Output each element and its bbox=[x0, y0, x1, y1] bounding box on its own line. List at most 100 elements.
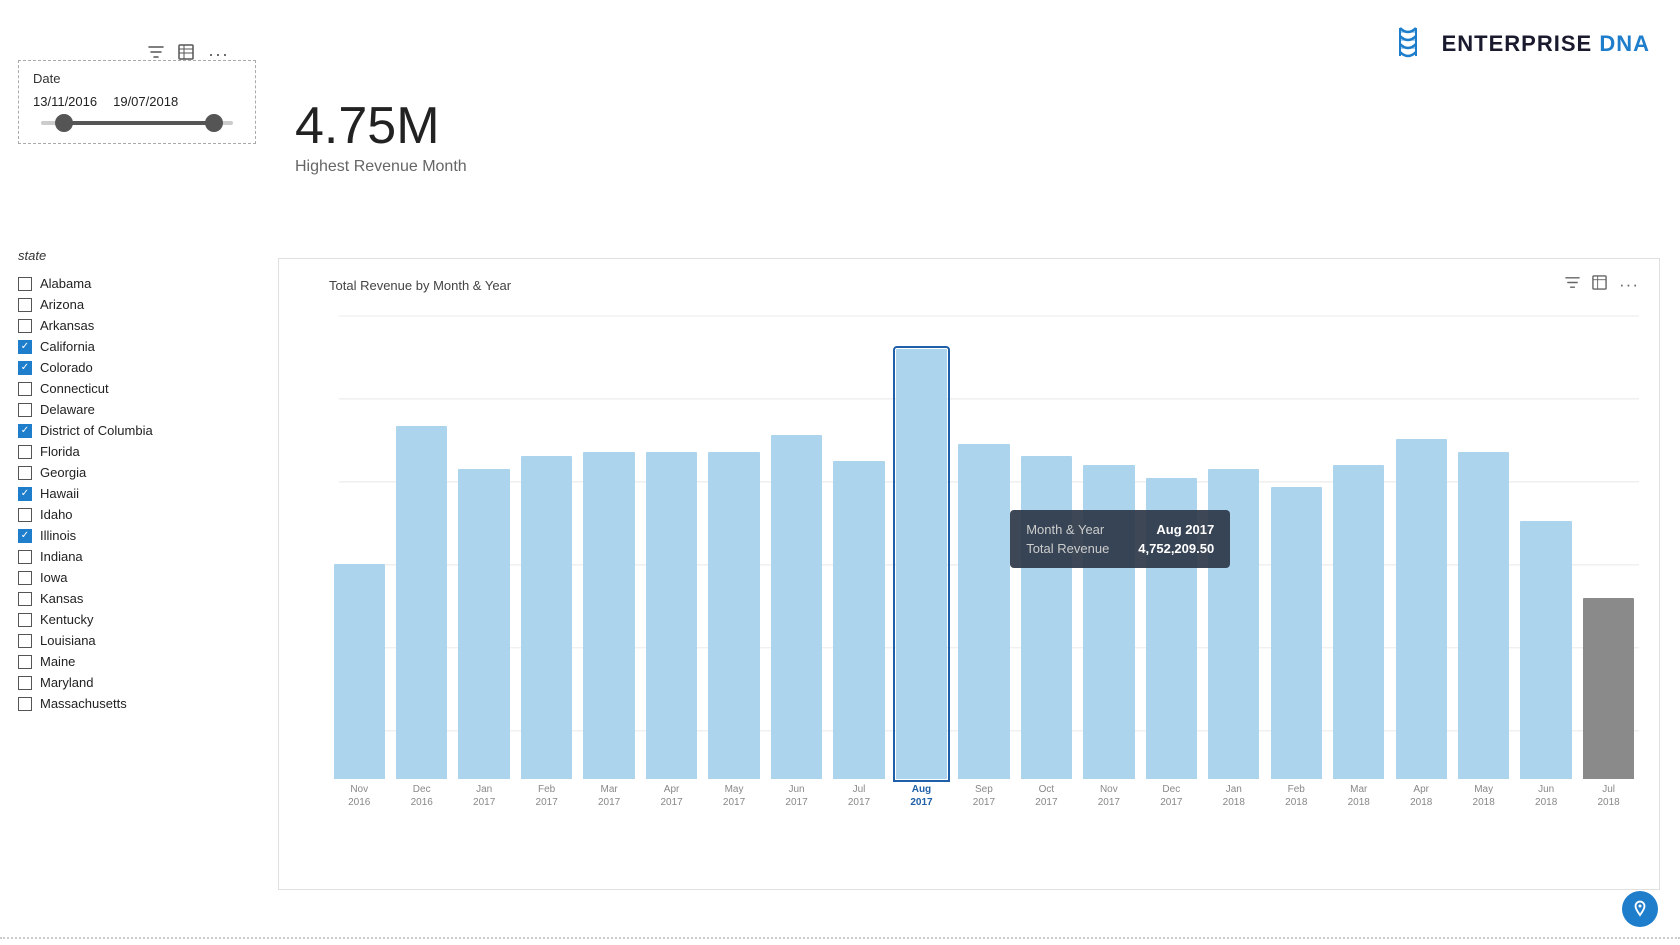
bar[interactable] bbox=[334, 564, 385, 779]
state-item[interactable]: Louisiana bbox=[18, 630, 258, 651]
bar[interactable] bbox=[1583, 598, 1634, 779]
state-label: District of Columbia bbox=[40, 423, 153, 438]
bar[interactable] bbox=[521, 456, 572, 779]
state-checkbox[interactable] bbox=[18, 634, 32, 648]
bar-wrapper[interactable]: Apr2018 bbox=[1391, 303, 1451, 809]
bar-wrapper[interactable]: May2017 bbox=[704, 303, 764, 809]
state-checkbox[interactable] bbox=[18, 655, 32, 669]
bar[interactable] bbox=[958, 444, 1009, 779]
state-checkbox[interactable] bbox=[18, 592, 32, 606]
date-slider-left-thumb[interactable] bbox=[55, 114, 73, 132]
state-item[interactable]: Kentucky bbox=[18, 609, 258, 630]
bar-label: Nov2016 bbox=[348, 783, 370, 809]
bar[interactable] bbox=[458, 469, 509, 779]
bar[interactable] bbox=[1458, 452, 1509, 779]
bar[interactable] bbox=[1271, 487, 1322, 779]
bar[interactable] bbox=[833, 461, 884, 779]
bar[interactable] bbox=[1146, 478, 1197, 779]
bar-wrapper[interactable]: Nov2017 bbox=[1079, 303, 1139, 809]
state-item[interactable]: Massachusetts bbox=[18, 693, 258, 714]
bar-wrapper[interactable]: Oct2017 bbox=[1016, 303, 1076, 809]
bar-wrapper[interactable]: Sep2017 bbox=[954, 303, 1014, 809]
bar-wrapper[interactable]: Jun2018 bbox=[1516, 303, 1576, 809]
logo-text: ENTERPRISE DNA bbox=[1442, 31, 1650, 57]
state-checkbox[interactable] bbox=[18, 340, 32, 354]
state-item[interactable]: Maine bbox=[18, 651, 258, 672]
state-list: AlabamaArizonaArkansasCaliforniaColorado… bbox=[18, 273, 258, 714]
bar-wrapper[interactable]: Feb2018 bbox=[1266, 303, 1326, 809]
state-checkbox[interactable] bbox=[18, 550, 32, 564]
bar-wrapper[interactable]: Apr2017 bbox=[641, 303, 701, 809]
state-checkbox[interactable] bbox=[18, 466, 32, 480]
bar[interactable] bbox=[708, 452, 759, 779]
state-item[interactable]: Indiana bbox=[18, 546, 258, 567]
state-item[interactable]: Kansas bbox=[18, 588, 258, 609]
state-item[interactable]: Arizona bbox=[18, 294, 258, 315]
bar-wrapper[interactable]: Feb2017 bbox=[516, 303, 576, 809]
bar[interactable] bbox=[1083, 465, 1134, 779]
bar-wrapper[interactable]: Mar2017 bbox=[579, 303, 639, 809]
state-checkbox[interactable] bbox=[18, 424, 32, 438]
state-item[interactable]: Iowa bbox=[18, 567, 258, 588]
state-checkbox[interactable] bbox=[18, 382, 32, 396]
bar[interactable] bbox=[646, 452, 697, 779]
bar-wrapper[interactable]: Jan2017 bbox=[454, 303, 514, 809]
bar[interactable] bbox=[896, 349, 947, 779]
bar-wrapper[interactable]: Nov2016 bbox=[329, 303, 389, 809]
state-item[interactable]: Florida bbox=[18, 441, 258, 462]
state-checkbox[interactable] bbox=[18, 613, 32, 627]
state-item[interactable]: Hawaii bbox=[18, 483, 258, 504]
bar[interactable] bbox=[1208, 469, 1259, 779]
bar[interactable] bbox=[1520, 521, 1571, 779]
bar[interactable] bbox=[396, 426, 447, 779]
bar-wrapper[interactable]: Jun2017 bbox=[766, 303, 826, 809]
dna-logo-icon bbox=[1384, 20, 1432, 68]
bar-wrapper[interactable]: Jul2018 bbox=[1578, 303, 1638, 809]
state-item[interactable]: Arkansas bbox=[18, 315, 258, 336]
state-checkbox[interactable] bbox=[18, 487, 32, 501]
state-checkbox[interactable] bbox=[18, 298, 32, 312]
state-checkbox[interactable] bbox=[18, 697, 32, 711]
state-checkbox[interactable] bbox=[18, 571, 32, 585]
date-slider-fill bbox=[64, 121, 214, 125]
state-checkbox[interactable] bbox=[18, 676, 32, 690]
state-item[interactable]: California bbox=[18, 336, 258, 357]
chart-more-icon[interactable]: ··· bbox=[1619, 275, 1639, 295]
state-checkbox[interactable] bbox=[18, 319, 32, 333]
state-checkbox[interactable] bbox=[18, 529, 32, 543]
state-label: Maryland bbox=[40, 675, 93, 690]
bar-wrapper[interactable]: Mar2018 bbox=[1329, 303, 1389, 809]
date-slider-track[interactable] bbox=[41, 121, 233, 125]
bar-wrapper[interactable]: May2018 bbox=[1453, 303, 1513, 809]
bar-wrapper[interactable]: Jul2017 bbox=[829, 303, 889, 809]
bar[interactable] bbox=[583, 452, 634, 779]
state-checkbox[interactable] bbox=[18, 508, 32, 522]
state-item[interactable]: Delaware bbox=[18, 399, 258, 420]
state-checkbox[interactable] bbox=[18, 277, 32, 291]
date-start: 13/11/2016 bbox=[33, 94, 97, 109]
chart-export-icon[interactable] bbox=[1592, 275, 1607, 295]
chart-filter-icon[interactable] bbox=[1565, 275, 1580, 295]
state-item[interactable]: Alabama bbox=[18, 273, 258, 294]
bar-wrapper[interactable]: Aug2017 bbox=[891, 303, 951, 809]
state-item[interactable]: District of Columbia bbox=[18, 420, 258, 441]
state-item[interactable]: Idaho bbox=[18, 504, 258, 525]
state-checkbox[interactable] bbox=[18, 445, 32, 459]
bar-wrapper[interactable]: Dec2016 bbox=[391, 303, 451, 809]
bar[interactable] bbox=[1021, 456, 1072, 779]
state-item[interactable]: Connecticut bbox=[18, 378, 258, 399]
state-item[interactable]: Georgia bbox=[18, 462, 258, 483]
date-slider-right-thumb[interactable] bbox=[205, 114, 223, 132]
bar[interactable] bbox=[1333, 465, 1384, 779]
state-checkbox[interactable] bbox=[18, 403, 32, 417]
state-item[interactable]: Maryland bbox=[18, 672, 258, 693]
state-item[interactable]: Illinois bbox=[18, 525, 258, 546]
bar-wrapper[interactable]: Jan2018 bbox=[1204, 303, 1264, 809]
state-checkbox[interactable] bbox=[18, 361, 32, 375]
bar[interactable] bbox=[1396, 439, 1447, 779]
bar[interactable] bbox=[771, 435, 822, 779]
kpi-label: Highest Revenue Month bbox=[295, 158, 467, 176]
bar-wrapper[interactable]: Dec2017 bbox=[1141, 303, 1201, 809]
subscribe-button[interactable] bbox=[1622, 891, 1658, 927]
state-item[interactable]: Colorado bbox=[18, 357, 258, 378]
